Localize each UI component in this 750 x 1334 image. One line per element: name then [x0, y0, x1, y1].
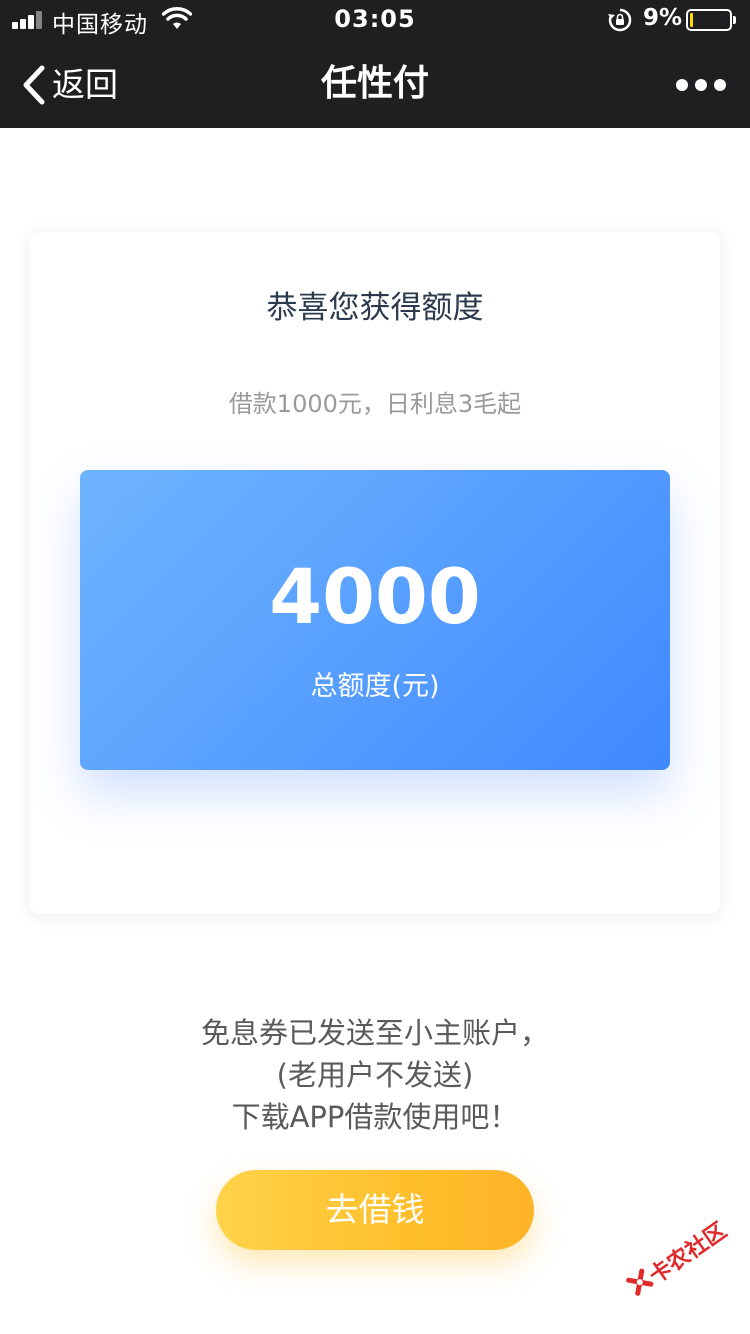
coupon-notice: 免息券已发送至小主账户， (老用户不发送) 下载APP借款使用吧！ [0, 1012, 750, 1138]
page-title: 任性付 [320, 63, 429, 104]
battery-icon [686, 9, 736, 31]
notice-line-1: 免息券已发送至小主账户， [200, 1016, 549, 1050]
top-bar: 中国移动 03:05 9% 返回 任性付 [0, 0, 750, 128]
notice-line-3: 下载APP借款使用吧！ [231, 1100, 519, 1134]
watermark: 卡农社区 [612, 1203, 732, 1312]
notice-line-2: (老用户不发送) [276, 1058, 474, 1092]
status-time: 03:05 [334, 5, 416, 33]
borrow-button[interactable]: 去借钱 [216, 1170, 534, 1250]
credit-limit-box: 4000 总额度(元) [80, 470, 670, 770]
navigation-bar: 返回 任性付 [0, 40, 750, 128]
more-dots-icon[interactable] [676, 76, 726, 94]
battery-percent: 9% [643, 5, 683, 31]
status-bar: 中国移动 03:05 9% [0, 0, 750, 40]
battery-level [690, 13, 693, 27]
loan-interest-info: 借款1000元，日利息3毛起 [228, 390, 522, 418]
watermark-text: 卡农社区 [645, 1218, 732, 1290]
credit-limit-label: 总额度(元) [310, 671, 440, 702]
rotation-lock-icon [608, 8, 632, 32]
congrats-title: 恭喜您获得额度 [266, 290, 484, 326]
credit-limit-amount: 4000 [269, 552, 481, 641]
credit-card-panel: 恭喜您获得额度 借款1000元，日利息3毛起 4000 总额度(元) [30, 232, 720, 914]
